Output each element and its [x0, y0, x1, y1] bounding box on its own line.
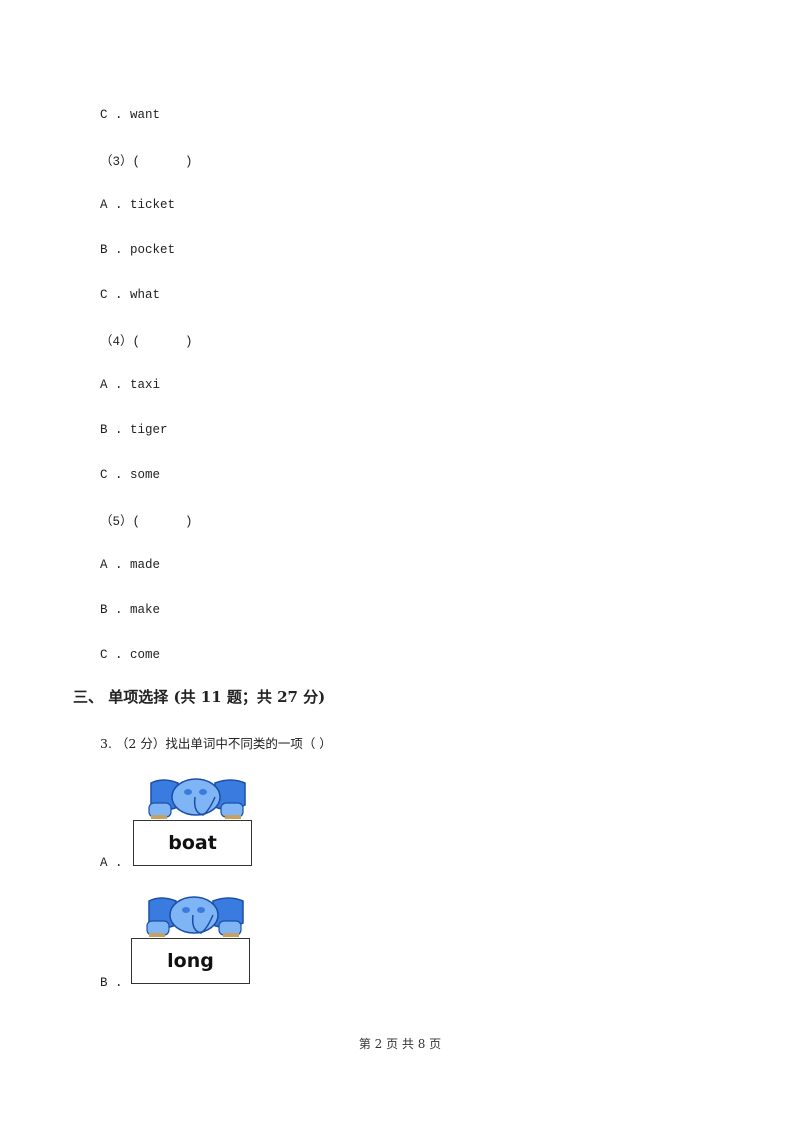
- option-c-want: C . want: [100, 108, 161, 122]
- word-board-boat: boat: [133, 820, 252, 866]
- elephant-icon: [146, 896, 244, 937]
- option-a-ticket: A . ticket: [100, 198, 176, 212]
- option-b-letter: B .: [100, 976, 123, 990]
- option-a-image: boat: [133, 775, 253, 867]
- option-a-letter: A .: [100, 856, 123, 870]
- option-b-make: B . make: [100, 603, 161, 617]
- option-c-what: C . what: [100, 288, 161, 302]
- word-board-long: long: [131, 938, 250, 984]
- option-c-some: C . some: [100, 468, 161, 482]
- option-a-made: A . made: [100, 558, 161, 572]
- sub-question-5: （5）( ): [100, 515, 193, 529]
- sub-question-3: （3）( ): [100, 155, 193, 169]
- option-c-come: C . come: [100, 648, 161, 662]
- page-footer: 第 2 页 共 8 页: [358, 1037, 442, 1051]
- option-b-pocket: B . pocket: [100, 243, 176, 257]
- sub-question-4: （4）( ): [100, 335, 193, 349]
- section-heading: 三、 单项选择 (共 11 题；共 27 分): [73, 688, 326, 706]
- option-b-image: long: [131, 893, 251, 985]
- elephant-icon: [148, 778, 246, 819]
- question-3-text: 3. （2 分）找出单词中不同类的一项（ ）: [100, 736, 332, 751]
- option-a-taxi: A . taxi: [100, 378, 161, 392]
- option-b-tiger: B . tiger: [100, 423, 168, 437]
